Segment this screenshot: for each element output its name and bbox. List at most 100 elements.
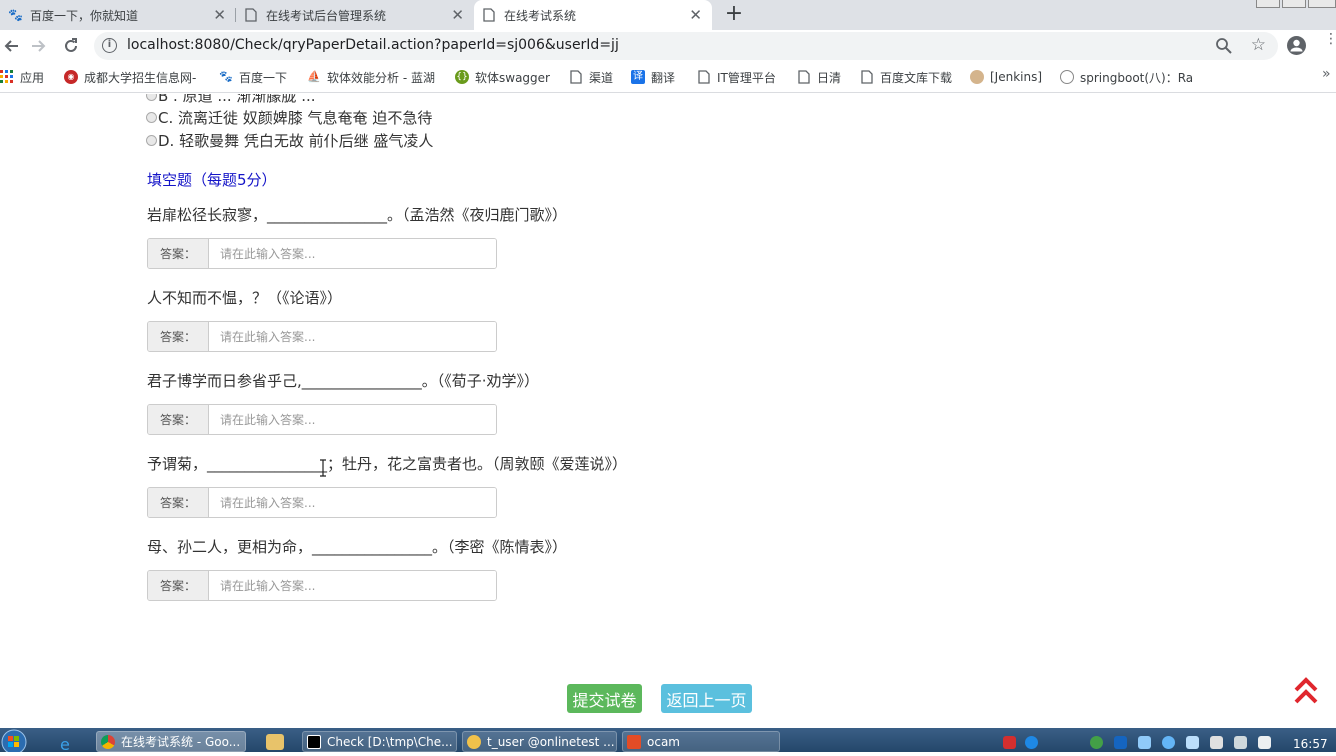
back-to-top-icon[interactable] [1294, 676, 1318, 706]
option-d[interactable]: D. 轻歌曼舞 凭白无故 前仆后继 盛气凌人 [146, 130, 433, 151]
springboot-icon [1060, 70, 1074, 84]
answer-input-4[interactable] [209, 488, 496, 517]
taskbar-database[interactable]: t_user @onlinetest ... [462, 731, 617, 752]
start-button-icon[interactable] [0, 728, 30, 755]
answer-label: 答案： [148, 488, 209, 517]
bookmark-label: 软体效能分析 - 蓝湖 [327, 70, 435, 85]
option-text: B . 原道 ... 渐渐朦胧 ... [158, 94, 316, 105]
page-icon [797, 70, 811, 84]
tray-app-icon[interactable] [1186, 736, 1199, 749]
zoom-icon[interactable] [1214, 36, 1234, 56]
intellij-icon [307, 734, 321, 749]
bookmarks-overflow-chevron-icon[interactable]: » [1322, 66, 1331, 82]
close-window-button[interactable] [1308, 0, 1336, 8]
close-icon[interactable]: ✕ [451, 7, 464, 23]
tray-bluetooth-icon[interactable] [1114, 736, 1127, 749]
radio-button[interactable] [146, 135, 157, 146]
taskbar-intellij[interactable]: Check [D:\tmp\Che... [302, 731, 457, 752]
bookmark-translate[interactable]: 译 翻译 [631, 68, 675, 86]
minimize-button[interactable] [1256, 0, 1280, 8]
answer-label: 答案： [148, 239, 209, 268]
bookmark-label: [Jenkins] [990, 70, 1043, 84]
bookmark-jenkins[interactable]: [Jenkins] [970, 68, 1042, 86]
answer-group-2: 答案： [147, 321, 497, 352]
bookmark-label: IT管理平台 [717, 70, 776, 85]
page-icon [244, 8, 258, 22]
bookmark-qudao[interactable]: 渠道 [569, 68, 613, 86]
tab-title: 在线考试系统 [504, 8, 577, 23]
answer-input-1[interactable] [209, 239, 496, 268]
question-1: 岩扉松径长寂寥，________________。（孟浩然《夜归鹿门歌》） [147, 206, 568, 224]
bookmark-label: 翻译 [651, 70, 676, 85]
maximize-button[interactable] [1282, 0, 1306, 8]
translate-icon: 译 [631, 70, 645, 84]
back-arrow-icon[interactable] [0, 34, 24, 58]
bookmark-label: 日清 [817, 70, 842, 85]
option-b[interactable]: B . 原道 ... 渐渐朦胧 ... [146, 94, 316, 106]
page-icon [860, 70, 874, 84]
option-text: D. 轻歌曼舞 凭白无故 前仆后继 盛气凌人 [158, 132, 434, 150]
chrome-icon [101, 734, 115, 749]
database-icon [467, 734, 481, 749]
bookmark-baidu[interactable]: 🐾 百度一下 [219, 68, 287, 86]
tray-device-icon[interactable] [1210, 736, 1223, 749]
question-5: 母、孙二人，更相为命，________________。（李密《陈情表》） [147, 538, 568, 556]
tray-volume-icon[interactable] [1258, 736, 1271, 749]
tray-network-icon[interactable] [1234, 736, 1247, 749]
info-icon[interactable]: i [102, 38, 117, 53]
bookmark-lanhu[interactable]: ⛵ 软体效能分析 - 蓝湖 [307, 68, 435, 86]
bookmark-label: 软体swagger [475, 70, 550, 85]
close-icon[interactable]: ✕ [689, 7, 702, 23]
bookmark-cdu[interactable]: ◉ 成都大学招生信息网- [64, 68, 196, 86]
taskbar-item-label: Check [D:\tmp\Che... [327, 734, 453, 749]
back-button[interactable]: 返回上一页 [661, 684, 752, 713]
forward-arrow-icon[interactable] [26, 34, 50, 58]
tab-baidu[interactable]: 🐾 百度一下，你就知道 ✕ [0, 0, 236, 30]
taskbar-clock[interactable]: 16:57 [1293, 737, 1328, 751]
bookmark-wenku[interactable]: 百度文库下载 [860, 68, 952, 86]
answer-group-4: 答案： [147, 487, 497, 518]
page-icon [482, 8, 496, 22]
bookmark-riqing[interactable]: 日清 [797, 68, 841, 86]
bookmark-swagger[interactable]: {} 软体swagger [455, 68, 550, 86]
exam-page: B . 原道 ... 渐渐朦胧 ... C. 流离迁徙 奴颜婢膝 气息奄奄 迫不… [0, 94, 1336, 728]
tray-wechat-icon[interactable] [1090, 736, 1103, 749]
radio-button[interactable] [146, 94, 157, 101]
ocam-icon [627, 734, 641, 749]
tray-help-icon[interactable] [1025, 736, 1038, 749]
bookmark-label: 百度一下 [239, 70, 288, 85]
reload-icon[interactable] [59, 34, 83, 58]
profile-avatar-icon[interactable] [1287, 36, 1306, 55]
option-text: C. 流离迁徙 奴颜婢膝 气息奄奄 迫不急待 [158, 109, 433, 127]
taskbar-ocam[interactable]: ocam [622, 731, 780, 752]
tray-shield-icon[interactable] [1138, 736, 1151, 749]
submit-exam-button[interactable]: 提交试卷 [567, 684, 642, 713]
option-c[interactable]: C. 流离迁徙 奴颜婢膝 气息奄奄 迫不急待 [146, 107, 432, 128]
tray-sogou-icon[interactable] [1003, 736, 1016, 749]
answer-input-2[interactable] [209, 322, 496, 351]
new-tab-button[interactable]: + [722, 2, 746, 26]
url-text[interactable]: localhost:8080/Check/qryPaperDetail.acti… [127, 37, 619, 53]
tab-admin[interactable]: 在线考试后台管理系统 ✕ [236, 0, 474, 30]
bookmark-star-icon[interactable]: ☆ [1251, 35, 1266, 55]
browser-toolbar: i localhost:8080/Check/qryPaperDetail.ac… [0, 30, 1336, 62]
close-icon[interactable]: ✕ [213, 7, 226, 23]
taskbar-chrome[interactable]: 在线考试系统 - Goo... [96, 731, 246, 752]
tab-exam-active[interactable]: 在线考试系统 ✕ [474, 0, 712, 30]
bookmark-apps[interactable]: 应用 [0, 68, 44, 86]
file-explorer-icon[interactable] [266, 734, 284, 750]
answer-input-5[interactable] [209, 571, 496, 600]
answer-group-1: 答案： [147, 238, 497, 269]
radio-button[interactable] [146, 112, 157, 123]
bookmark-springboot[interactable]: springboot(八)：Ra [1060, 68, 1196, 86]
answer-input-3[interactable] [209, 405, 496, 434]
question-3: 君子博学而日参省乎己,________________。（《荀子·劝学》） [147, 372, 540, 390]
baidu-paw-icon: 🐾 [219, 70, 233, 83]
bookmark-label: 成都大学招生信息网- [84, 70, 197, 85]
bookmark-it-platform[interactable]: IT管理平台 [697, 68, 776, 86]
tray-update-icon[interactable] [1162, 736, 1175, 749]
jenkins-icon [970, 70, 984, 84]
ie-icon[interactable]: e [58, 735, 76, 754]
more-menu-icon[interactable]: ⋮ [1324, 32, 1336, 56]
address-bar[interactable]: i localhost:8080/Check/qryPaperDetail.ac… [94, 32, 1278, 60]
